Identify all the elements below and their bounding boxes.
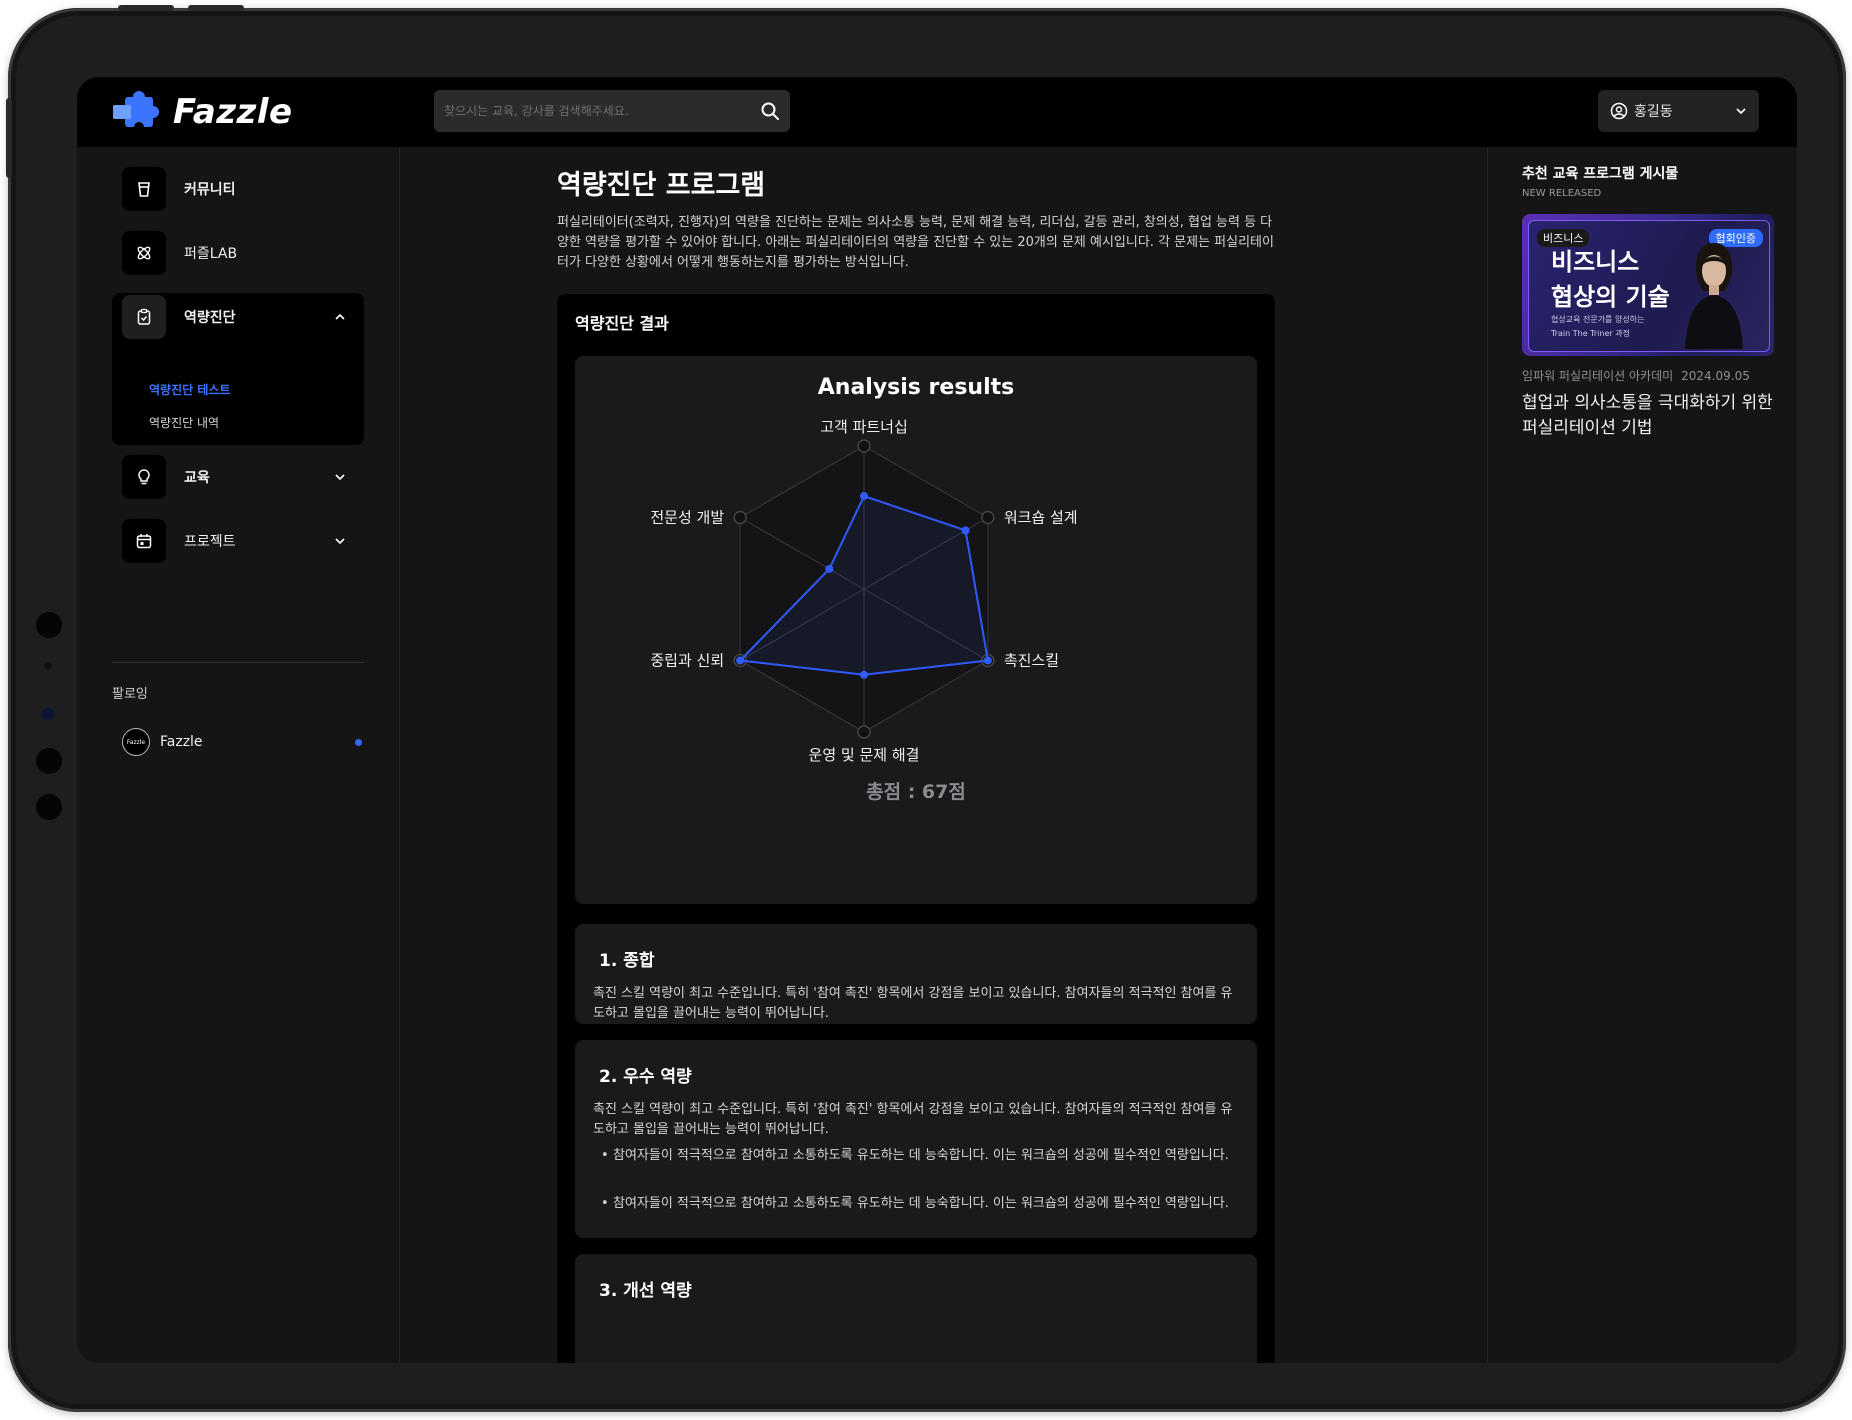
volume-button (118, 5, 174, 11)
radar-point (860, 670, 868, 679)
cup-icon (122, 167, 166, 211)
new-indicator-dot (355, 738, 362, 746)
chevron-down-icon[interactable] (328, 471, 352, 483)
radar-point (825, 564, 834, 573)
sidebar-item-community[interactable]: 커뮤니티 (112, 157, 364, 221)
sidebar: 커뮤니티 퍼즐LAB 역량진단 역량진단 테스트 역량진단 내역 교육 프로젝트… (77, 147, 400, 1363)
sidebar-item-label: 교육 (184, 470, 210, 486)
chevron-down-icon[interactable] (328, 535, 352, 547)
sensor (44, 662, 52, 670)
radar-chart: Analysis results 고객 파트너십워크숍 설계촉진스킬운영 및 문… (650, 375, 1078, 803)
radar-axis-end (857, 725, 871, 739)
article-date: 2024.09.05 (1681, 369, 1750, 383)
sidebar-item-label: 커뮤니티 (184, 182, 236, 198)
clipboard-icon (122, 295, 166, 339)
result-panel: 역량진단 결과 Analysis results 고객 파트너십워크숍 설계촉진… (557, 294, 1275, 1363)
volume-button-2 (188, 5, 244, 11)
sidebar-item-diagnosis[interactable]: 역량진단 (112, 285, 364, 349)
bulb-icon (122, 455, 166, 499)
camera-lens-small (42, 708, 54, 720)
user-menu-dropdown[interactable]: 홍길동 (1598, 90, 1759, 132)
banner-headline-1: 비즈니스 (1551, 248, 1640, 276)
section-title: 1. 종합 (599, 951, 655, 971)
recommendation-subtitle: NEW RELEASED (1522, 188, 1602, 199)
section-improvements: 3. 개선 역량 (575, 1254, 1257, 1363)
radar-axis-end (857, 439, 871, 453)
radar-axis-label: 촉진스킬 (1004, 652, 1059, 670)
calendar-icon (122, 519, 166, 563)
puzzle-logo-icon (113, 91, 159, 132)
sidebar-item-label: 퍼즐LAB (184, 246, 238, 262)
list-item: 참여자들이 적극적으로 참여하고 소통하도록 유도하는 데 능숙합니다. 이는 … (601, 1146, 1231, 1166)
radar-axis-label: 전문성 개발 (650, 509, 724, 527)
brand-logo[interactable]: Fazzle (111, 91, 293, 133)
sidebar-item-label: 역량진단 (184, 310, 236, 326)
user-circle-icon (1610, 102, 1628, 120)
program-banner[interactable]: 비즈니스 협회인증 비즈니스 협상의 기술 협상교육 전문가를 양성하는 Tra… (1522, 214, 1774, 356)
avatar: Fazzle (122, 728, 150, 756)
page-description: 퍼실리테이터(조력자, 진행자)의 역량을 진단하는 문제는 의사소통 능력, … (557, 215, 1274, 270)
following-item[interactable]: Fazzle Fazzle (122, 727, 362, 757)
search-bar[interactable] (434, 90, 790, 132)
radar-axis-end (981, 510, 995, 525)
power-button (6, 98, 12, 178)
banner-subtext-2: Train The Triner 과정 (1551, 329, 1630, 338)
radar-point (983, 656, 992, 665)
list-item: 참여자들이 적극적으로 참여하고 소통하도록 유도하는 데 능숙합니다. 이는 … (601, 1194, 1231, 1214)
chevron-down-icon (1736, 108, 1746, 115)
main-content: 역량진단 프로그램 퍼실리테이터(조력자, 진행자)의 역량을 진단하는 문제는… (399, 147, 1487, 1363)
radar-axis-label: 워크숍 설계 (1004, 509, 1078, 527)
camera-lens (36, 612, 62, 638)
radar-point (860, 492, 868, 501)
tablet-frame: Fazzle 홍길동 커뮤니티 (6, 5, 1846, 1412)
radar-axis-label: 중립과 신뢰 (650, 652, 724, 670)
camera-lens-3 (36, 794, 62, 820)
article-meta: 임파워 퍼실리테이션 아카데미 2024.09.05 (1522, 367, 1750, 384)
sidebar-divider (112, 662, 364, 663)
section-summary: 1. 종합 촉진 스킬 역량이 최고 수준입니다. 특히 '참여 촉진' 항목에… (575, 924, 1257, 1024)
section-body: 촉진 스킬 역량이 최고 수준입니다. 특히 '참여 촉진' 항목에서 강점을 … (593, 1102, 1233, 1137)
radar-axis-label: 고객 파트너십 (820, 418, 908, 436)
app-screen: Fazzle 홍길동 커뮤니티 (77, 77, 1797, 1363)
section-title: 3. 개선 역량 (599, 1281, 692, 1301)
banner-subtext-1: 협상교육 전문가를 양성하는 (1551, 315, 1645, 324)
radar-point (736, 656, 745, 665)
section-title: 2. 우수 역량 (599, 1067, 692, 1087)
instructor-portrait-image (1685, 243, 1743, 349)
recommendation-panel: 추천 교육 프로그램 게시물 NEW RELEASED 비즈니스 협회인증 비즈… (1487, 147, 1797, 1363)
recommendation-title: 추천 교육 프로그램 게시물 (1522, 166, 1679, 182)
search-input[interactable] (434, 103, 750, 119)
banner-card: 비즈니스 협회인증 비즈니스 협상의 기술 협상교육 전문가를 양성하는 Tra… (1528, 220, 1770, 352)
radar-axis-label: 운영 및 문제 해결 (809, 746, 920, 764)
sidebar-subitem-diagnosis-history[interactable]: 역량진단 내역 (149, 414, 219, 431)
chart-title: Analysis results (818, 375, 1015, 400)
search-icon[interactable] (750, 90, 790, 132)
following-name: Fazzle (160, 734, 203, 750)
section-body: 촉진 스킬 역량이 최고 수준입니다. 특히 '참여 촉진' 항목에서 강점을 … (593, 986, 1233, 1021)
sidebar-subitem-diagnosis-test[interactable]: 역량진단 테스트 (149, 381, 230, 398)
brand-name: Fazzle (173, 92, 293, 132)
chevron-up-icon[interactable] (328, 311, 352, 323)
article-publisher: 임파워 퍼실리테이션 아카데미 (1522, 369, 1674, 383)
radar-point (961, 526, 970, 535)
atom-icon (122, 231, 166, 275)
sidebar-item-puzzle-lab[interactable]: 퍼즐LAB (112, 221, 364, 285)
user-name: 홍길동 (1634, 104, 1673, 120)
article-title-link[interactable]: 협업과 의사소통을 극대화하기 위한 퍼실리테이션 기법 (1522, 391, 1778, 441)
chart-card: Analysis results 고객 파트너십워크숍 설계촉진스킬운영 및 문… (575, 356, 1257, 904)
banner-headline-2: 협상의 기술 (1551, 283, 1670, 311)
category-badge: 비즈니스 (1537, 229, 1590, 247)
following-title: 팔로잉 (112, 687, 148, 702)
radar-axis-end (733, 510, 747, 525)
top-navigation-bar: Fazzle 홍길동 (77, 77, 1797, 147)
page-title: 역량진단 프로그램 (557, 170, 766, 201)
total-score: 총점 : 67점 (866, 781, 966, 803)
section-strengths: 2. 우수 역량 촉진 스킬 역량이 최고 수준입니다. 특히 '참여 촉진' … (575, 1040, 1257, 1238)
sidebar-item-project[interactable]: 프로젝트 (112, 509, 364, 573)
sidebar-item-education[interactable]: 교육 (112, 445, 364, 509)
result-title: 역량진단 결과 (575, 314, 669, 333)
sidebar-item-label: 프로젝트 (184, 534, 236, 550)
camera-lens-2 (36, 748, 62, 774)
